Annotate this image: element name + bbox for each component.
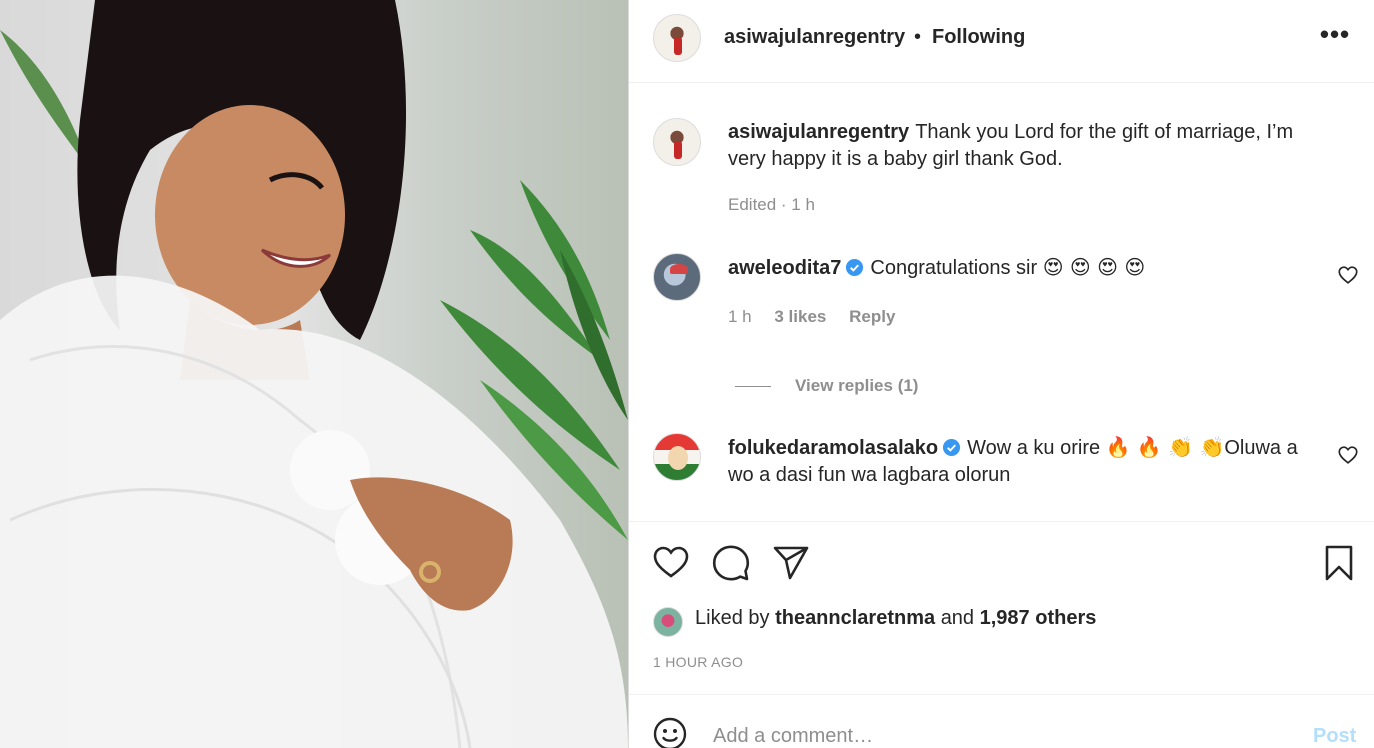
comment-meta: 1 h 3 likes Reply [728,307,913,327]
post-detail-panel: asiwajulanregentry • Following ••• asiwa… [628,0,1374,748]
comment-username[interactable]: aweleodita7 [728,257,841,279]
comment-bubble-icon[interactable] [711,543,751,583]
caption-username[interactable]: asiwajulanregentry [728,121,909,143]
likes-others-count[interactable]: 1,987 others [980,607,1097,629]
comment-avatar[interactable] [653,253,701,301]
more-options-button[interactable]: ••• [1315,21,1355,52]
heart-icon[interactable] [651,543,691,583]
post-photo [0,0,628,748]
reply-button[interactable]: Reply [849,307,895,326]
bookmark-icon[interactable] [1319,543,1359,583]
fire-clap-emojis: 🔥 🔥 👏 👏 [1105,435,1225,459]
following-button[interactable]: Following [932,26,1025,49]
post-comment-button[interactable]: Post [1313,725,1356,748]
liked-by-prefix: Liked by [695,607,770,629]
comment-time[interactable]: 1 h [728,307,752,326]
comment-likes-count[interactable]: 3 likes [774,307,826,326]
paper-plane-icon[interactable] [771,543,811,583]
verified-badge-icon [943,438,961,457]
comment-like-heart-icon[interactable] [1337,264,1359,286]
comment-text-part1: Wow a ku orire [967,437,1101,459]
comments-list[interactable]: asiwajulanregentry Thank you Lord for the… [629,84,1374,522]
likes-conjunction: and [940,607,975,629]
smiley-icon[interactable] [653,717,687,748]
verified-badge-icon [846,258,864,277]
comment-input[interactable] [713,721,1273,748]
comment: aweleodita7 Congratulations sir 😍 😍 😍 😍 [728,254,1308,282]
likes-text: Liked by theannclaretnma and 1,987 other… [695,607,1096,630]
liker-username[interactable]: theannclaretnma [775,607,935,629]
comment-like-heart-icon[interactable] [1337,444,1359,466]
heart-eyes-emoji: 😍 😍 😍 😍 [1042,255,1146,279]
comment-avatar[interactable] [653,433,701,481]
comment-text: Congratulations sir [870,257,1038,279]
more-options-icon: ••• [1319,19,1351,49]
caption-meta: Edited · 1 h [728,195,815,214]
post-header: asiwajulanregentry • Following ••• [629,0,1374,83]
separator-dot: • [914,26,922,48]
caption: asiwajulanregentry Thank you Lord for the… [728,119,1328,173]
owner-avatar[interactable] [653,14,701,62]
comment-username[interactable]: folukedaramolasalako [728,437,938,459]
post-photo-illustration [0,0,628,748]
comment: folukedaramolasalako Wow a ku orire 🔥 🔥 👏… [728,434,1308,489]
caption-avatar[interactable] [653,118,701,166]
liker-avatar[interactable] [653,607,683,637]
add-comment-bar: Post [629,694,1374,748]
post-action-bar [629,523,1374,603]
post-timestamp[interactable]: 1 HOUR AGO [653,654,743,670]
owner-username[interactable]: asiwajulanregentry [724,26,905,49]
view-replies-button[interactable]: View replies (1) [735,376,918,396]
